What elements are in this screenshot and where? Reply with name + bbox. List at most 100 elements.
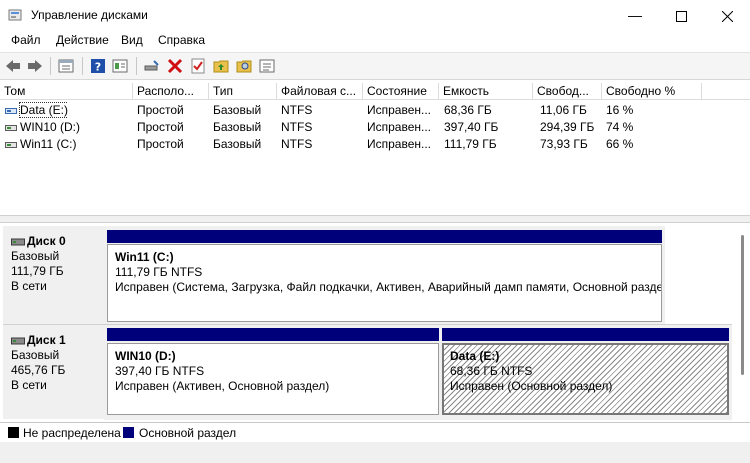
disk-state: В сети	[11, 378, 47, 392]
column-header-filler	[702, 83, 750, 100]
legend-swatch-primary	[123, 427, 134, 438]
partition-name: WIN10 (D:)	[115, 349, 176, 363]
table-cell-capacity: 397,40 ГБ	[444, 120, 499, 134]
disk-type: Базовый	[11, 249, 60, 263]
menu-action[interactable]: Действие	[56, 33, 109, 47]
partition-status: Исправен (Активен, Основной раздел)	[115, 379, 330, 393]
partition-status: Исправен (Основной раздел)	[450, 379, 613, 393]
disk-size: 465,76 ГБ	[11, 363, 66, 377]
partition-size: 111,79 ГБ NTFS	[115, 265, 203, 279]
close-button[interactable]	[704, 0, 750, 30]
volume-icon	[5, 124, 17, 131]
maximize-button[interactable]	[658, 0, 704, 30]
search-folder-icon[interactable]	[235, 57, 253, 75]
properties-icon[interactable]	[57, 57, 75, 75]
table-cell-status: Исправен...	[367, 137, 432, 151]
table-cell-free-percent: 16 %	[606, 103, 634, 117]
partition-size: 68,36 ГБ NTFS	[450, 364, 533, 378]
disk-type: Базовый	[11, 348, 60, 362]
table-cell-volume: Data (E:)	[5, 102, 69, 119]
table-cell-type: Базовый	[213, 120, 262, 134]
partition-name: Win11 (C:)	[115, 250, 174, 264]
table-cell-type: Базовый	[213, 103, 262, 117]
volume-name: Win11 (C:)	[20, 137, 77, 151]
partition-size: 397,40 ГБ NTFS	[115, 364, 205, 378]
partition-win10[interactable]: WIN10 (D:) 397,40 ГБ NTFS Исправен (Акти…	[107, 343, 439, 415]
disk-map-pane: Диск 0 Базовый 111,79 ГБ В сети Win11 (C…	[0, 223, 750, 422]
connect-icon[interactable]	[143, 57, 161, 75]
menu-help[interactable]: Справка	[158, 33, 205, 47]
column-header-free[interactable]: Свобод...	[533, 83, 602, 100]
delete-icon[interactable]	[166, 57, 184, 75]
table-cell-free: 11,06 ГБ	[540, 103, 587, 117]
back-icon[interactable]	[4, 57, 22, 75]
partition-win11[interactable]: Win11 (C:) 111,79 ГБ NTFS Исправен (Сист…	[107, 244, 662, 322]
minimize-button[interactable]: —	[612, 0, 658, 30]
table-cell-status: Исправен...	[367, 120, 432, 134]
table-cell-layout: Простой	[137, 137, 184, 151]
table-cell-capacity: 111,79 ГБ	[444, 137, 497, 151]
help-icon[interactable]: ?	[89, 57, 107, 75]
title-bar: Управление дисками —	[0, 0, 750, 30]
partition-name: Data (E:)	[450, 349, 500, 363]
partition-bar	[107, 230, 662, 243]
table-cell-volume: Win11 (C:)	[5, 136, 76, 153]
table-cell-filesystem: NTFS	[281, 103, 313, 117]
volume-icon	[5, 107, 17, 114]
table-cell-free: 73,93 ГБ	[540, 137, 588, 151]
partition-bar	[107, 328, 439, 341]
volume-name: Data (E:)	[18, 102, 69, 118]
list-icon[interactable]	[258, 57, 276, 75]
table-cell-filesystem: NTFS	[281, 120, 313, 134]
column-header-filesystem[interactable]: Файловая с...	[277, 83, 363, 100]
table-cell-type: Базовый	[213, 137, 262, 151]
disk-label-1[interactable]: Диск 1 Базовый 465,76 ГБ В сети	[3, 324, 104, 419]
menu-file[interactable]: Файл	[11, 33, 41, 47]
vertical-scrollbar[interactable]	[736, 235, 750, 415]
disk-management-app-icon	[8, 9, 22, 21]
table-cell-filesystem: NTFS	[281, 137, 313, 151]
legend-primary: Основной раздел	[139, 426, 237, 440]
pane-splitter[interactable]	[0, 215, 750, 223]
toolbar-separator	[136, 57, 137, 75]
maximize-icon	[675, 10, 687, 22]
table-cell-layout: Простой	[137, 120, 184, 134]
menu-view[interactable]: Вид	[121, 33, 143, 47]
volume-name: WIN10 (D:)	[20, 120, 80, 134]
up-folder-icon[interactable]	[212, 57, 230, 75]
partition-bar	[442, 328, 729, 341]
legend-unallocated: Не распределена	[23, 426, 121, 440]
volume-list: Том Располо... Тип Файловая с... Состоян…	[0, 83, 750, 215]
column-header-capacity[interactable]: Емкость	[439, 83, 533, 100]
column-header-type[interactable]: Тип	[209, 83, 277, 100]
legend-bar: Не распределена Основной раздел	[0, 422, 750, 442]
column-header-status[interactable]: Состояние	[363, 83, 439, 100]
minimize-icon: —	[628, 7, 642, 23]
toolbar-separator	[82, 57, 83, 75]
window-title: Управление дисками	[31, 8, 148, 22]
column-header-volume[interactable]: Том	[0, 83, 133, 100]
volume-icon	[5, 141, 17, 148]
table-cell-free: 294,39 ГБ	[540, 120, 595, 134]
partition-data[interactable]: Data (E:) 68,36 ГБ NTFS Исправен (Основн…	[442, 343, 729, 415]
table-cell-free-percent: 74 %	[606, 120, 634, 134]
scrollbar-thumb[interactable]	[741, 235, 744, 375]
column-header-layout[interactable]: Располо...	[133, 83, 209, 100]
table-cell-status: Исправен...	[367, 103, 432, 117]
table-cell-capacity: 68,36 ГБ	[444, 103, 492, 117]
table-cell-free-percent: 66 %	[606, 137, 634, 151]
disk-state: В сети	[11, 279, 47, 293]
column-header-free-percent[interactable]: Свободно %	[602, 83, 702, 100]
check-icon[interactable]	[189, 57, 207, 75]
refresh-icon[interactable]	[111, 57, 129, 75]
disk-size: 111,79 ГБ	[11, 264, 64, 278]
disk-icon	[11, 238, 25, 246]
menu-bar: Файл Действие Вид Справка	[0, 30, 750, 52]
partition-status: Исправен (Система, Загрузка, Файл подкач…	[115, 280, 662, 294]
close-icon	[721, 10, 733, 23]
disk-label-0[interactable]: Диск 0 Базовый 111,79 ГБ В сети	[3, 226, 104, 324]
toolbar-separator	[50, 57, 51, 75]
disk-name: Диск 1	[27, 333, 66, 347]
forward-icon[interactable]	[26, 57, 44, 75]
table-cell-layout: Простой	[137, 103, 184, 117]
